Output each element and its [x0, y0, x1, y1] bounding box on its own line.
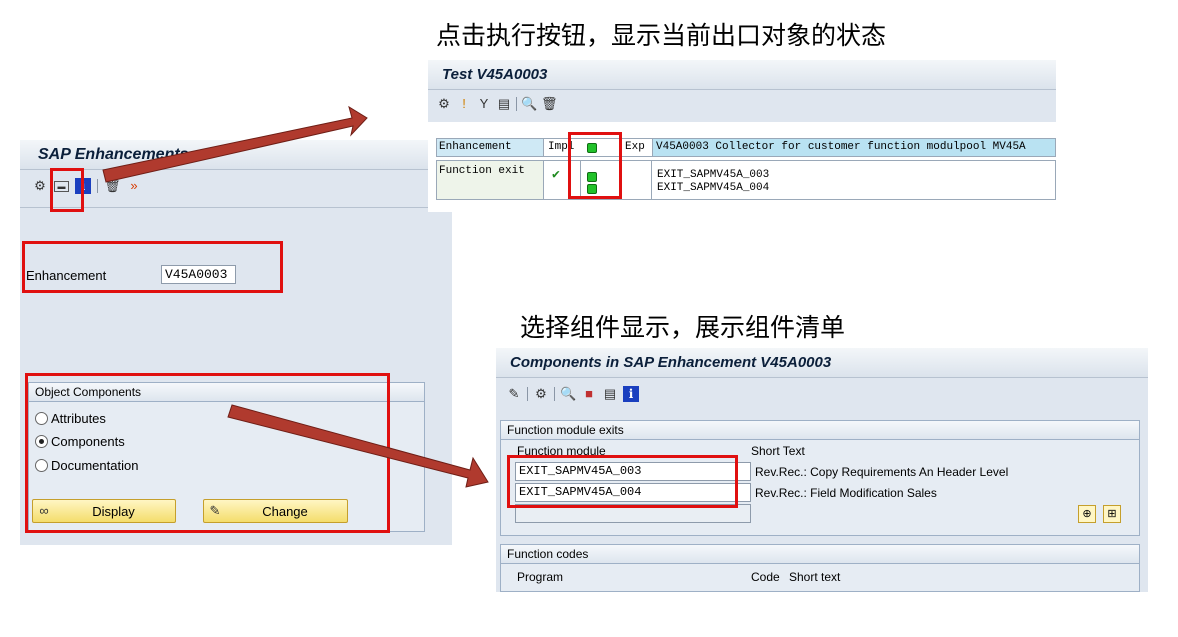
- arrow-to-test-window: [102, 105, 368, 183]
- arrow-to-components-window: [227, 404, 489, 488]
- annotation-arrows: [102, 105, 489, 488]
